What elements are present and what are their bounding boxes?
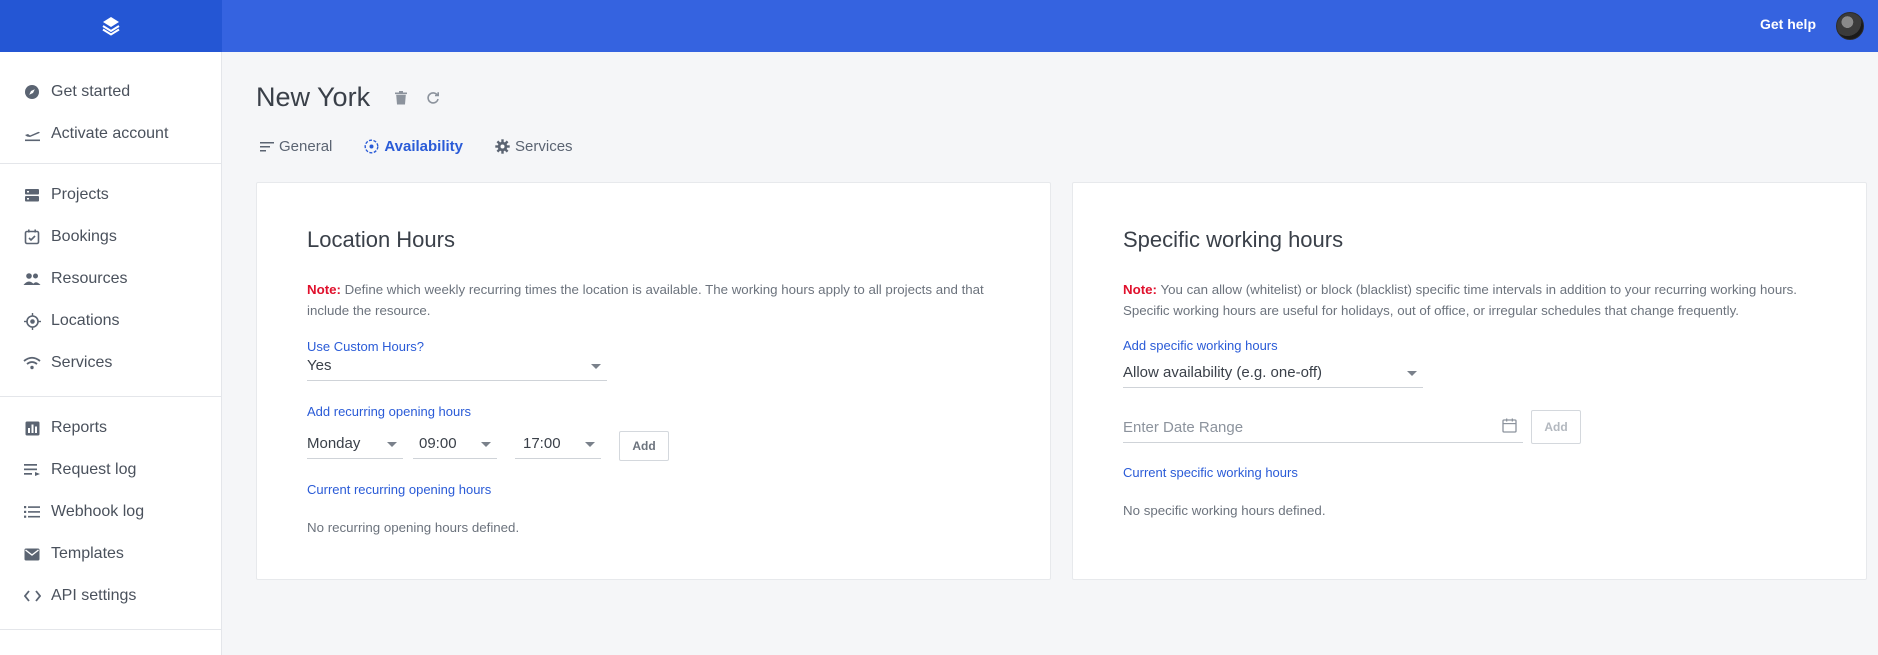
chevron-down-icon bbox=[1407, 371, 1417, 376]
specific-hours-card: Specific working hours Note: You can all… bbox=[1072, 182, 1867, 580]
sidebar-item-activate-account[interactable]: Activate account bbox=[0, 113, 221, 155]
select-value: Monday bbox=[307, 435, 361, 452]
sidebar-item-services[interactable]: Services bbox=[0, 342, 221, 384]
sidebar-item-get-started[interactable]: Get started bbox=[0, 71, 221, 113]
sidebar-item-label: Resources bbox=[51, 270, 128, 287]
projects-icon bbox=[22, 185, 42, 205]
logo-icon bbox=[102, 17, 120, 36]
topbar: Get help bbox=[222, 0, 1878, 52]
avatar[interactable] bbox=[1836, 12, 1864, 40]
calendar-icon[interactable] bbox=[1502, 418, 1517, 437]
current-recurring-label: Current recurring opening hours bbox=[307, 482, 492, 497]
lines-icon bbox=[260, 141, 274, 153]
current-specific-label: Current specific working hours bbox=[1123, 465, 1298, 480]
sidebar-item-api-settings[interactable]: API settings bbox=[0, 575, 221, 617]
nav-group-tools: Reports Request log Webhook log Template… bbox=[0, 397, 221, 630]
add-specific-button[interactable]: Add bbox=[1531, 410, 1581, 444]
sidebar-item-projects[interactable]: Projects bbox=[0, 174, 221, 216]
compass-icon bbox=[22, 82, 42, 102]
sidebar-item-resources[interactable]: Resources bbox=[0, 258, 221, 300]
select-value: Allow availability (e.g. one-off) bbox=[1123, 364, 1322, 381]
people-icon bbox=[22, 269, 42, 289]
sidebar: Get started Activate account Projects Bo… bbox=[0, 0, 222, 655]
sidebar-item-webhook-log[interactable]: Webhook log bbox=[0, 491, 221, 533]
tab-label: General bbox=[279, 138, 333, 155]
request-list-icon bbox=[22, 460, 42, 480]
availability-type-select[interactable]: Allow availability (e.g. one-off) bbox=[1123, 360, 1423, 388]
plane-takeoff-icon bbox=[22, 124, 42, 144]
tab-label: Availability bbox=[384, 138, 464, 155]
clock-icon bbox=[364, 139, 379, 154]
sidebar-item-label: Activate account bbox=[51, 125, 169, 142]
sidebar-item-label: Templates bbox=[51, 545, 124, 562]
nav-group-main: Projects Bookings Resources Locations Se… bbox=[0, 164, 221, 397]
sidebar-item-locations[interactable]: Locations bbox=[0, 300, 221, 342]
nav-group-start: Get started Activate account bbox=[0, 52, 221, 164]
envelope-icon bbox=[22, 544, 42, 564]
tab-label: Services bbox=[515, 138, 573, 155]
tabs: General Availability Services bbox=[260, 138, 605, 155]
page-title: New York bbox=[256, 82, 371, 112]
select-value: 17:00 bbox=[523, 435, 561, 452]
empty-recurring-text: No recurring opening hours defined. bbox=[307, 520, 520, 535]
sidebar-item-label: Projects bbox=[51, 186, 109, 203]
tab-general[interactable]: General bbox=[260, 138, 332, 155]
sidebar-item-label: Reports bbox=[51, 419, 108, 436]
location-target-icon bbox=[22, 311, 42, 331]
sidebar-item-templates[interactable]: Templates bbox=[0, 533, 221, 575]
chevron-down-icon bbox=[585, 442, 595, 447]
chevron-down-icon bbox=[481, 442, 491, 447]
get-help-link[interactable]: Get help bbox=[1760, 16, 1816, 32]
select-value: 09:00 bbox=[419, 435, 457, 452]
date-range-input[interactable]: Enter Date Range bbox=[1123, 415, 1523, 443]
sidebar-item-reports[interactable]: Reports bbox=[0, 407, 221, 449]
start-time-select[interactable]: 09:00 bbox=[413, 431, 497, 459]
select-value: Yes bbox=[307, 357, 332, 374]
empty-specific-text: No specific working hours defined. bbox=[1123, 503, 1326, 518]
note: Note: Define which weekly recurring time… bbox=[307, 279, 1007, 321]
card-title: Specific working hours bbox=[1123, 227, 1344, 252]
refresh-icon[interactable] bbox=[424, 89, 442, 107]
custom-hours-label: Use Custom Hours? bbox=[307, 339, 425, 354]
sidebar-item-label: API settings bbox=[51, 587, 137, 604]
note-text: Define which weekly recurring times the … bbox=[307, 282, 984, 318]
note-label: Note: bbox=[307, 282, 341, 297]
day-select[interactable]: Monday bbox=[307, 431, 403, 459]
location-hours-card: Location Hours Note: Define which weekly… bbox=[256, 182, 1051, 580]
sidebar-item-bookings[interactable]: Bookings bbox=[0, 216, 221, 258]
card-title: Location Hours bbox=[307, 227, 455, 252]
gear-icon bbox=[495, 139, 510, 154]
sidebar-item-label: Locations bbox=[51, 312, 120, 329]
sidebar-item-label: Request log bbox=[51, 461, 137, 478]
tab-availability[interactable]: Availability bbox=[364, 138, 463, 155]
recurring-hours-label: Add recurring opening hours bbox=[307, 404, 472, 419]
note: Note: You can allow (whitelist) or block… bbox=[1123, 279, 1823, 321]
sidebar-item-label: Webhook log bbox=[51, 503, 145, 520]
chevron-down-icon bbox=[387, 442, 397, 447]
tab-services[interactable]: Services bbox=[495, 138, 573, 155]
trash-icon[interactable] bbox=[392, 89, 410, 107]
bar-chart-icon bbox=[22, 418, 42, 438]
chevron-down-icon bbox=[591, 364, 601, 369]
sidebar-item-label: Bookings bbox=[51, 228, 117, 245]
sidebar-item-label: Services bbox=[51, 354, 113, 371]
calendar-check-icon bbox=[22, 227, 42, 247]
note-text: You can allow (whitelist) or block (blac… bbox=[1123, 282, 1797, 318]
add-specific-hours-label: Add specific working hours bbox=[1123, 338, 1278, 353]
add-recurring-button[interactable]: Add bbox=[619, 431, 669, 461]
custom-hours-select[interactable]: Yes bbox=[307, 353, 607, 381]
sidebar-item-label: Get started bbox=[51, 83, 131, 100]
note-label: Note: bbox=[1123, 282, 1157, 297]
date-range-placeholder: Enter Date Range bbox=[1123, 419, 1244, 436]
list-icon bbox=[22, 502, 42, 522]
wifi-icon bbox=[22, 353, 42, 373]
logo[interactable] bbox=[0, 0, 222, 52]
sidebar-item-request-log[interactable]: Request log bbox=[0, 449, 221, 491]
end-time-select[interactable]: 17:00 bbox=[515, 431, 601, 459]
code-icon bbox=[22, 586, 42, 606]
